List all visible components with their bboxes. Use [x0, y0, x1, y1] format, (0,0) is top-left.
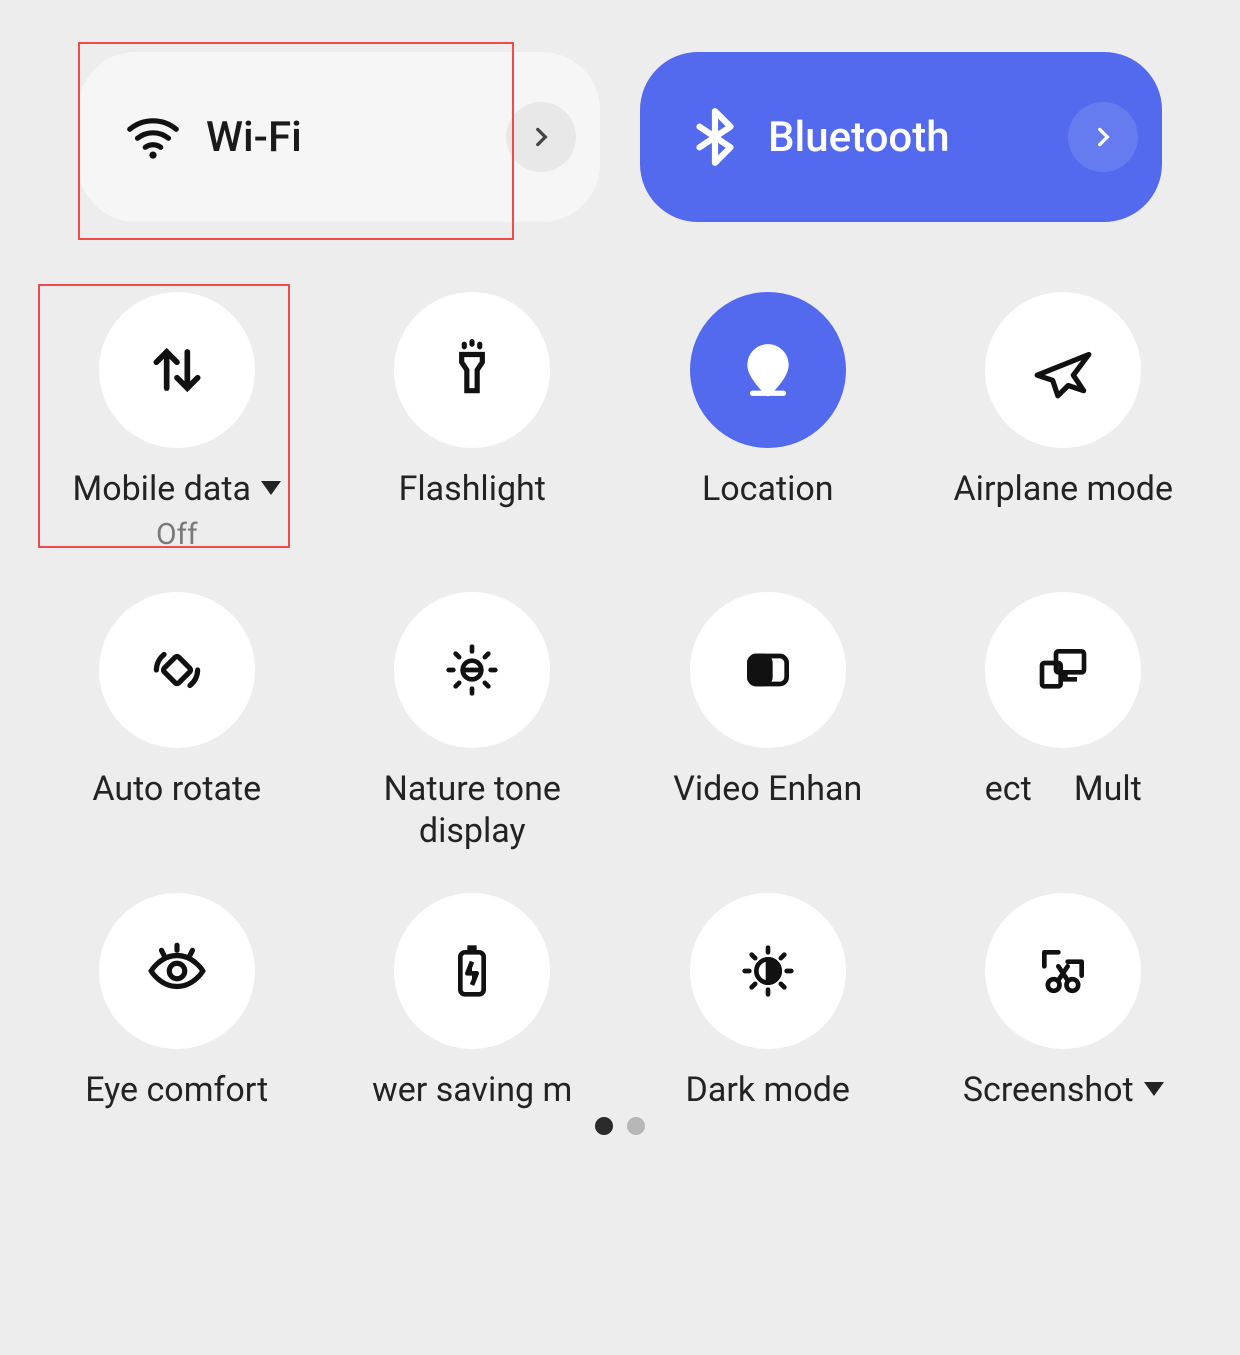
tile-label: Screenshot — [963, 1069, 1164, 1112]
bluetooth-toggle-pill[interactable]: Bluetooth — [640, 52, 1162, 222]
tile-nature-tone[interactable]: Nature tone display — [330, 592, 616, 853]
tile-screenshot[interactable]: Screenshot — [921, 893, 1207, 1112]
bluetooth-expand-button[interactable] — [1068, 102, 1138, 172]
mobile-data-button[interactable] — [99, 292, 255, 448]
tile-eye-comfort[interactable]: Eye comfort — [34, 893, 320, 1112]
video-enhance-button[interactable] — [690, 592, 846, 748]
tile-label: Airplane mode — [954, 468, 1173, 511]
page-indicator — [0, 1117, 1240, 1135]
flashlight-icon — [441, 339, 503, 401]
page-dot-2[interactable] — [627, 1117, 645, 1135]
tile-airplane[interactable]: Airplane mode — [921, 292, 1207, 552]
eye-comfort-button[interactable] — [99, 893, 255, 1049]
tile-power-saving[interactable]: wer saving m — [330, 893, 616, 1112]
bluetooth-label: Bluetooth — [768, 113, 1068, 162]
airplane-button[interactable] — [985, 292, 1141, 448]
wifi-toggle-pill[interactable]: Wi-Fi — [78, 52, 600, 222]
auto-rotate-button[interactable] — [99, 592, 255, 748]
screenshot-button[interactable] — [985, 893, 1141, 1049]
quick-settings-grid: Mobile data Off Flashlight Location A — [0, 262, 1240, 1131]
tile-label: Video Enhan — [673, 768, 862, 811]
rotate-icon — [146, 639, 208, 701]
tile-label: Flashlight — [399, 468, 546, 511]
devices-icon — [1035, 642, 1091, 698]
multi-button[interactable] — [985, 592, 1141, 748]
top-toggle-row: Wi-Fi Bluetooth — [0, 0, 1240, 262]
tile-auto-rotate[interactable]: Auto rotate — [34, 592, 320, 853]
nature-tone-button[interactable] — [394, 592, 550, 748]
power-saving-button[interactable] — [394, 893, 550, 1049]
sun-lines-icon — [444, 642, 500, 698]
tile-sublabel: Off — [156, 517, 198, 552]
half-sun-icon — [740, 943, 796, 999]
chevron-right-icon — [528, 124, 554, 150]
tile-label: Location — [702, 468, 834, 511]
flashlight-button[interactable] — [394, 292, 550, 448]
bluetooth-icon — [680, 106, 750, 168]
location-pin-icon — [737, 339, 799, 401]
half-rect-icon — [740, 642, 796, 698]
page-dot-1[interactable] — [595, 1117, 613, 1135]
tile-label: wer saving m — [372, 1069, 572, 1112]
tile-label: ect Mult — [985, 768, 1142, 811]
data-arrows-icon — [146, 339, 208, 401]
crop-scissors-icon — [1035, 943, 1091, 999]
eye-icon — [146, 940, 208, 1002]
tile-label: Mobile data — [73, 468, 281, 511]
tile-multi[interactable]: ect Mult — [921, 592, 1207, 853]
tile-dark-mode[interactable]: Dark mode — [625, 893, 911, 1112]
dark-mode-button[interactable] — [690, 893, 846, 1049]
tile-label: Nature tone display — [352, 768, 592, 853]
battery-bolt-icon — [444, 943, 500, 999]
location-button[interactable] — [690, 292, 846, 448]
tile-label: Auto rotate — [92, 768, 261, 811]
wifi-icon — [118, 106, 188, 168]
tile-label: Eye comfort — [85, 1069, 268, 1112]
tile-video-enhance[interactable]: Video Enhan — [625, 592, 911, 853]
airplane-icon — [1032, 339, 1094, 401]
wifi-label: Wi-Fi — [206, 113, 506, 162]
tile-mobile-data[interactable]: Mobile data Off — [34, 292, 320, 552]
tile-flashlight[interactable]: Flashlight — [330, 292, 616, 552]
wifi-expand-button[interactable] — [506, 102, 576, 172]
tile-location[interactable]: Location — [625, 292, 911, 552]
tile-label: Dark mode — [686, 1069, 850, 1112]
chevron-right-icon — [1090, 124, 1116, 150]
